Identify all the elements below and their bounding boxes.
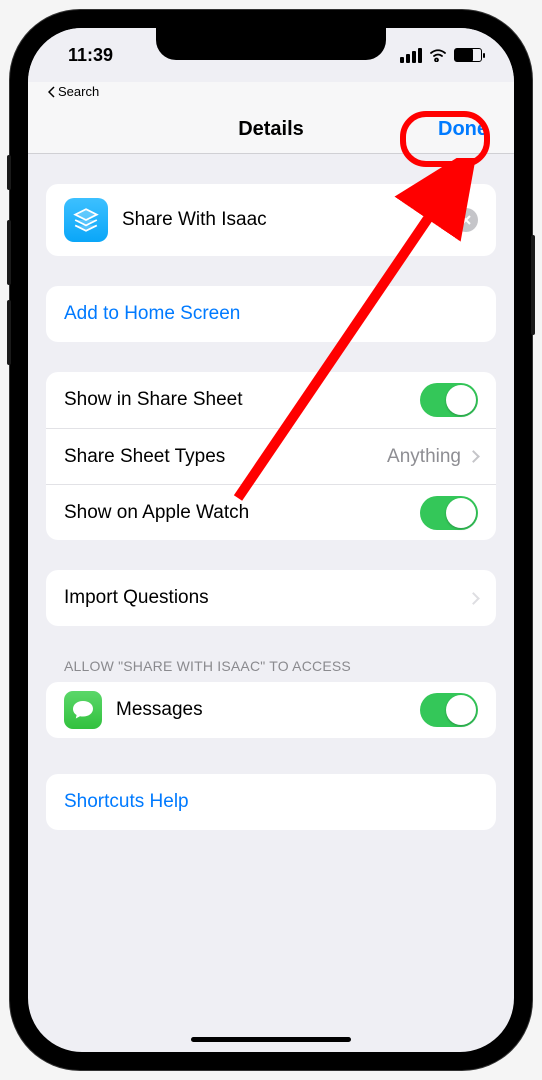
clear-name-button[interactable] [454, 208, 478, 232]
screen: 11:39 Search Details Done [28, 28, 514, 1052]
phone-frame: 11:39 Search Details Done [10, 10, 532, 1070]
volume-up-button [7, 220, 11, 285]
status-time: 11:39 [68, 45, 113, 66]
import-card: Import Questions [46, 570, 496, 626]
import-questions-label: Import Questions [64, 587, 209, 609]
shortcut-name-row[interactable]: Share With Isaac [46, 184, 496, 256]
share-sheet-types-row[interactable]: Share Sheet Types Anything [46, 428, 496, 484]
battery-icon [454, 48, 482, 62]
shortcuts-help-button[interactable]: Shortcuts Help [46, 774, 496, 830]
access-section-header: ALLOW "SHARE WITH ISAAC" TO ACCESS [46, 658, 496, 682]
share-options-card: Show in Share Sheet Share Sheet Types An… [46, 372, 496, 540]
show-in-share-sheet-label: Show in Share Sheet [64, 389, 243, 411]
shortcuts-help-label: Shortcuts Help [64, 791, 189, 813]
back-chevron-icon [48, 86, 56, 98]
mute-switch [7, 155, 11, 190]
content-area: Share With Isaac Add to Home Screen Show… [28, 154, 514, 830]
shortcut-name-label: Share With Isaac [122, 209, 267, 231]
back-label: Search [58, 84, 99, 99]
page-title: Details [238, 118, 304, 141]
cellular-signal-icon [400, 48, 422, 63]
shortcut-name-card: Share With Isaac [46, 184, 496, 256]
messages-access-label: Messages [116, 699, 203, 721]
access-card: Messages [46, 682, 496, 738]
show-on-apple-watch-toggle[interactable] [420, 496, 478, 530]
close-icon [461, 215, 471, 225]
home-screen-card: Add to Home Screen [46, 286, 496, 342]
show-on-apple-watch-row: Show on Apple Watch [46, 484, 496, 540]
add-to-home-screen-button[interactable]: Add to Home Screen [46, 286, 496, 342]
wifi-icon [428, 48, 448, 62]
power-button [531, 235, 535, 335]
back-to-search-link[interactable]: Search [48, 84, 99, 99]
done-button[interactable]: Done [438, 118, 488, 141]
share-sheet-types-label: Share Sheet Types [64, 446, 225, 468]
messages-app-icon [64, 691, 102, 729]
show-on-apple-watch-label: Show on Apple Watch [64, 502, 249, 524]
status-indicators [400, 48, 482, 63]
show-in-share-sheet-row: Show in Share Sheet [46, 372, 496, 428]
volume-down-button [7, 300, 11, 365]
notch [156, 28, 386, 60]
messages-access-toggle[interactable] [420, 693, 478, 727]
import-questions-row[interactable]: Import Questions [46, 570, 496, 626]
share-sheet-types-value: Anything [387, 446, 461, 468]
show-in-share-sheet-toggle[interactable] [420, 383, 478, 417]
home-indicator[interactable] [191, 1037, 351, 1042]
chevron-right-icon [467, 450, 480, 463]
navigation-bar: Details Done [28, 82, 514, 154]
chevron-right-icon [467, 592, 480, 605]
add-to-home-screen-label: Add to Home Screen [64, 303, 240, 325]
help-card: Shortcuts Help [46, 774, 496, 830]
messages-access-row: Messages [46, 682, 496, 738]
shortcut-app-icon [64, 198, 108, 242]
